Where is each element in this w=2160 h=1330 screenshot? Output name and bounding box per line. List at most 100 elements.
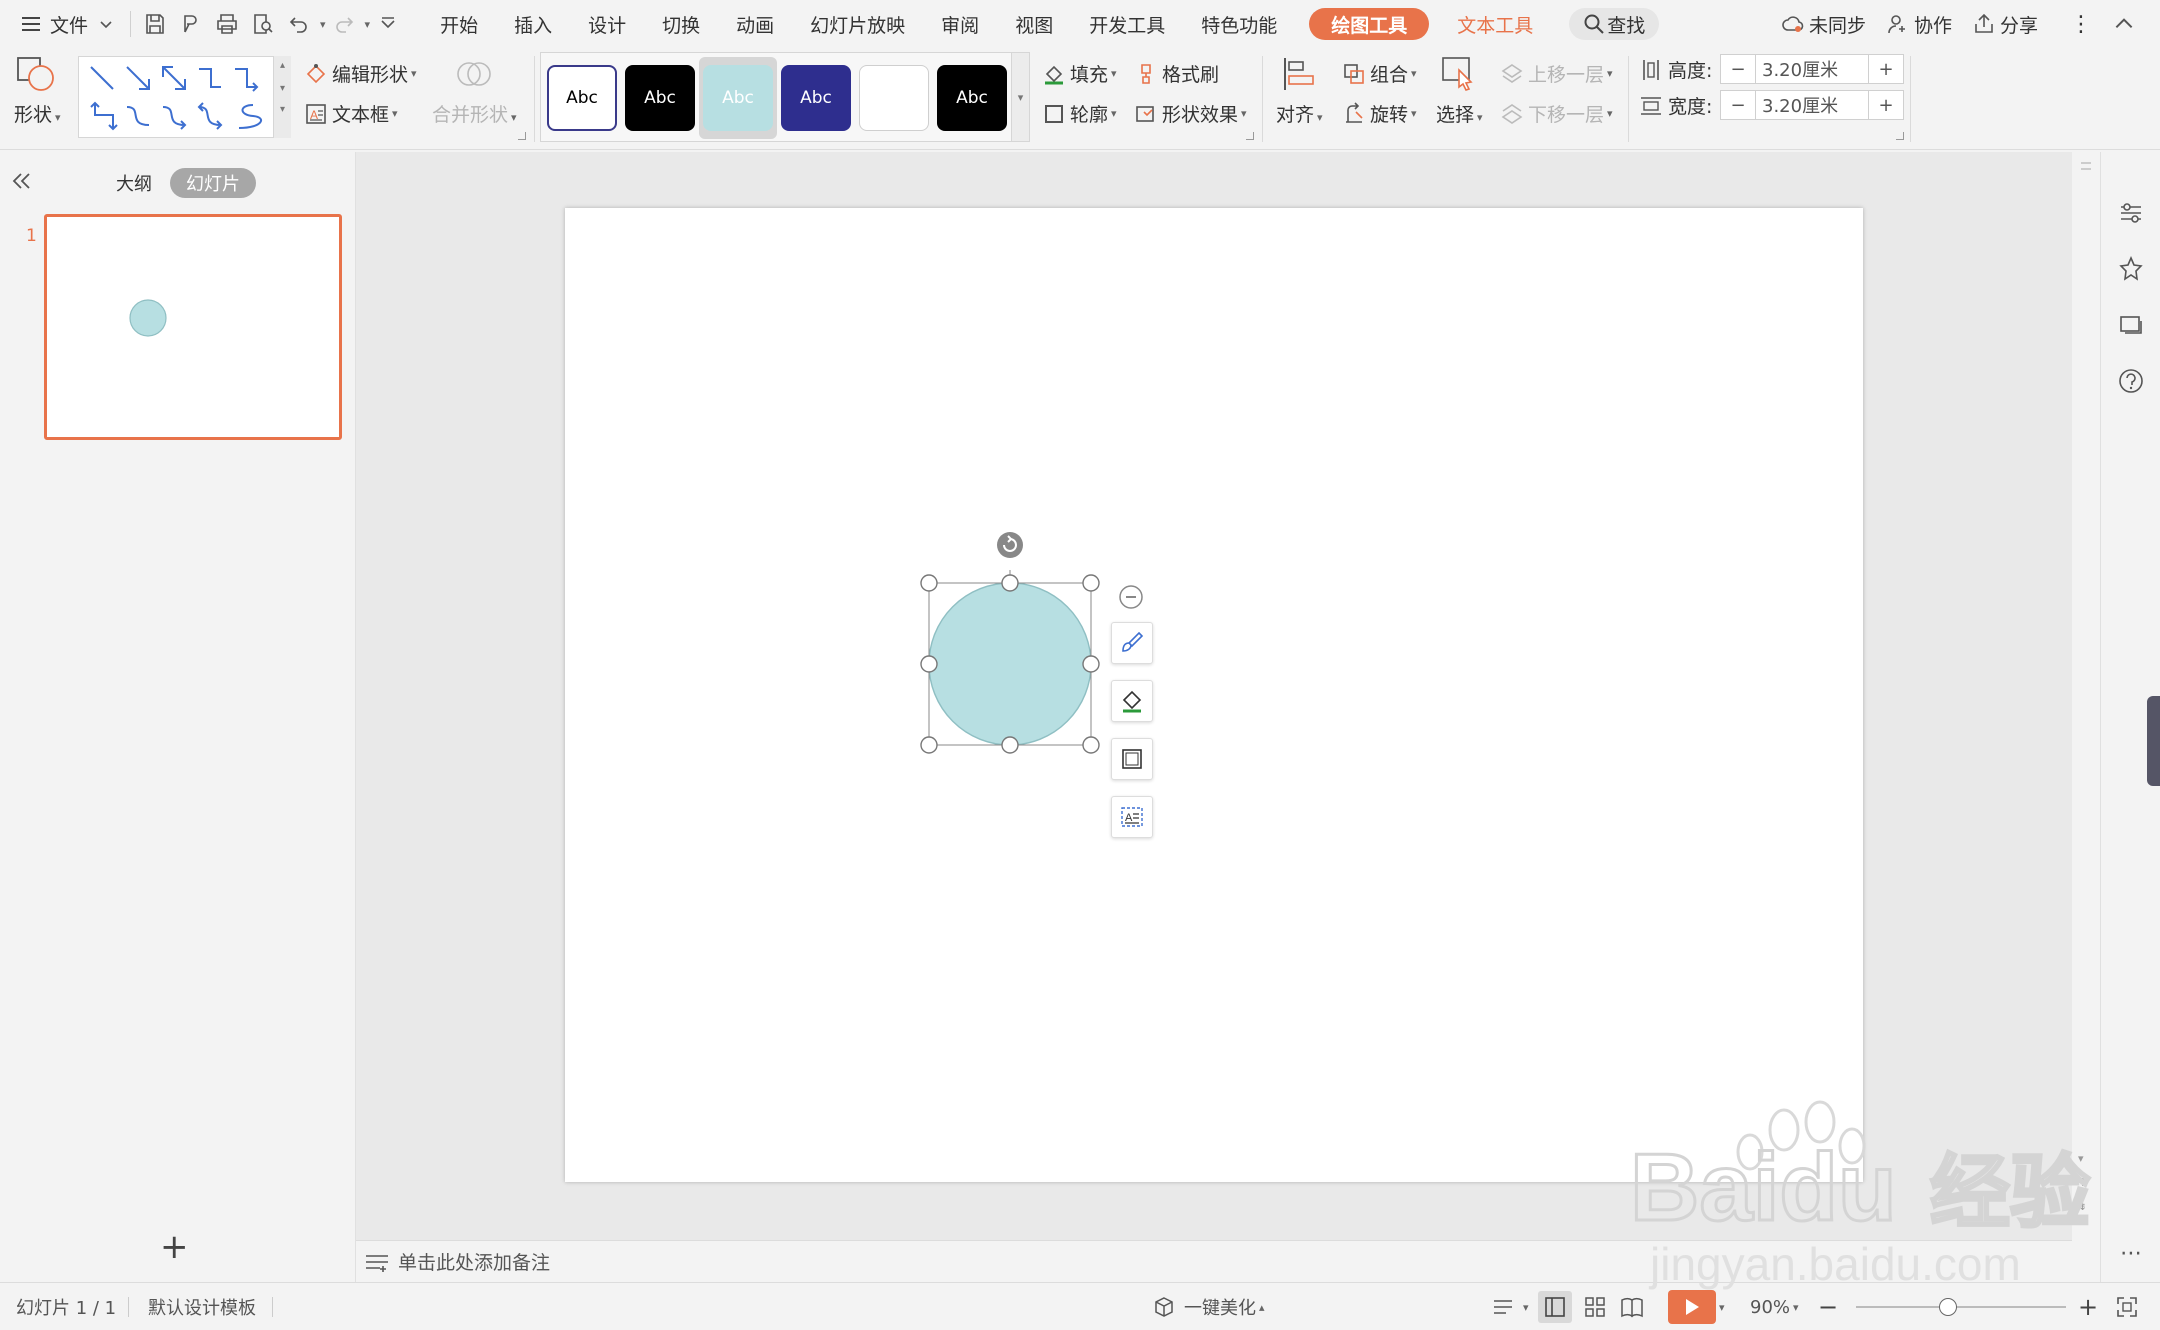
- height-value[interactable]: 3.20厘米: [1755, 55, 1869, 83]
- shape-style-more-icon[interactable]: ▾: [1011, 53, 1029, 141]
- print-preview-icon[interactable]: [245, 6, 281, 42]
- zoom-slider[interactable]: [1856, 1283, 2066, 1330]
- float-fill-button[interactable]: [1111, 680, 1153, 722]
- slide-transition-icon[interactable]: [2116, 310, 2146, 340]
- add-slide-button[interactable]: +: [160, 1230, 189, 1264]
- select-button[interactable]: 选择 ▾: [1436, 54, 1483, 127]
- line-icon[interactable]: [85, 61, 119, 95]
- previous-slide-icon[interactable]: ⇞: [2078, 1176, 2087, 1189]
- bring-forward-button[interactable]: 上移一层 ▾: [1500, 60, 1613, 87]
- group-button[interactable]: 组合 ▾: [1342, 60, 1417, 87]
- float-textbox-button[interactable]: A: [1111, 796, 1153, 838]
- curve-icon[interactable]: [229, 99, 263, 133]
- textbox-button[interactable]: A 文本框 ▾: [304, 100, 398, 127]
- width-value[interactable]: 3.20厘米: [1755, 91, 1869, 119]
- template-name[interactable]: 默认设计模板: [148, 1283, 256, 1330]
- float-style-button[interactable]: [1111, 622, 1153, 664]
- shape-style-5[interactable]: [859, 65, 929, 131]
- tab-view[interactable]: 视图: [997, 6, 1071, 42]
- collapse-pane-icon[interactable]: [8, 168, 34, 194]
- zoom-slider-thumb[interactable]: [1938, 1298, 1957, 1316]
- file-menu[interactable]: 文件: [0, 6, 124, 42]
- slide-sorter-icon[interactable]: [1584, 1283, 1606, 1330]
- play-slideshow-button[interactable]: ▾: [1668, 1283, 1725, 1330]
- slide-thumbnail-1[interactable]: [44, 214, 342, 440]
- normal-view-icon[interactable]: [1538, 1283, 1572, 1330]
- play-options-icon[interactable]: ▾: [1719, 1301, 1725, 1314]
- help-icon[interactable]: [2116, 366, 2146, 396]
- zoom-in-button[interactable]: +: [2078, 1283, 2098, 1330]
- elbow-connector-icon[interactable]: [193, 61, 227, 95]
- shape-effects-button[interactable]: 形状效果 ▾: [1134, 100, 1247, 127]
- tab-review[interactable]: 审阅: [923, 6, 997, 42]
- print-icon[interactable]: [209, 6, 245, 42]
- undo-icon[interactable]: [281, 6, 317, 42]
- share-button[interactable]: 分享: [1962, 6, 2048, 42]
- sync-status-button[interactable]: 未同步: [1771, 6, 1876, 42]
- save-icon[interactable]: [137, 6, 173, 42]
- slide-canvas[interactable]: A: [565, 208, 1863, 1182]
- rotate-handle-icon[interactable]: [997, 532, 1023, 558]
- tab-slideshow[interactable]: 幻灯片放映: [792, 6, 923, 42]
- float-collapse-icon[interactable]: [1118, 584, 1144, 610]
- shape-gallery-scroll[interactable]: ▴ ▾ ▾: [273, 56, 291, 138]
- merge-shape-button[interactable]: 合并形状 ▾: [432, 54, 517, 127]
- selected-circle-shape[interactable]: [928, 582, 1092, 746]
- side-panel-handle[interactable]: [2147, 696, 2160, 786]
- properties-icon[interactable]: [2116, 198, 2146, 228]
- fit-window-icon[interactable]: [2116, 1283, 2138, 1330]
- float-outline-button[interactable]: [1111, 738, 1153, 780]
- tab-transition[interactable]: 切换: [644, 6, 718, 42]
- rotate-button[interactable]: 旋转 ▾: [1342, 100, 1417, 127]
- curved-double-arrow-icon[interactable]: [193, 99, 227, 133]
- outline-button[interactable]: 轮廓 ▾: [1042, 100, 1117, 127]
- width-increase-button[interactable]: +: [1869, 95, 1903, 116]
- fill-button[interactable]: 填充 ▾: [1042, 60, 1117, 87]
- curved-connector-icon[interactable]: [121, 99, 155, 133]
- tab-outline[interactable]: 大纲: [100, 168, 168, 198]
- double-arrow-line-icon[interactable]: [157, 61, 191, 95]
- height-input[interactable]: − 3.20厘米 +: [1720, 54, 1904, 84]
- shape-style-3[interactable]: Abc: [703, 65, 773, 131]
- zoom-out-button[interactable]: −: [1818, 1283, 1838, 1330]
- tab-home[interactable]: 开始: [422, 6, 496, 42]
- customize-toolbar-icon[interactable]: [370, 6, 406, 42]
- tab-special-features[interactable]: 特色功能: [1183, 6, 1295, 42]
- collaborate-button[interactable]: 协作: [1876, 6, 1962, 42]
- arrow-line-icon[interactable]: [121, 61, 155, 95]
- height-increase-button[interactable]: +: [1869, 59, 1903, 80]
- shape-style-2[interactable]: Abc: [625, 65, 695, 131]
- animation-star-icon[interactable]: [2116, 254, 2146, 284]
- align-button[interactable]: 对齐 ▾: [1276, 54, 1323, 127]
- scroll-down-icon[interactable]: ▾: [2078, 1152, 2084, 1165]
- redo-icon[interactable]: [326, 6, 362, 42]
- height-decrease-button[interactable]: −: [1721, 59, 1755, 80]
- tab-text-tools[interactable]: 文本工具: [1439, 6, 1551, 42]
- tab-insert[interactable]: 插入: [496, 6, 570, 42]
- shape-style-6[interactable]: Abc: [937, 65, 1007, 131]
- edit-shape-button[interactable]: 编辑形状 ▾: [304, 60, 417, 87]
- search-button[interactable]: 查找: [1569, 8, 1660, 40]
- tab-design[interactable]: 设计: [570, 6, 644, 42]
- tab-slides[interactable]: 幻灯片: [170, 168, 256, 198]
- more-options-icon[interactable]: ⋮: [2060, 6, 2102, 42]
- vertical-scrollbar[interactable]: ▾ ⇞ ⇟: [2072, 152, 2100, 1240]
- output-pdf-icon[interactable]: [173, 6, 209, 42]
- notes-bar[interactable]: 单击此处添加备注: [356, 1240, 2072, 1282]
- format-painter-button[interactable]: 格式刷: [1134, 60, 1219, 87]
- zoom-level[interactable]: 90% ▾: [1750, 1283, 1799, 1330]
- elbow-arrow-connector-icon[interactable]: [229, 61, 263, 95]
- tab-developer[interactable]: 开发工具: [1071, 6, 1183, 42]
- collapse-ribbon-icon[interactable]: [2102, 6, 2150, 42]
- beautify-button[interactable]: 一键美化 ▴: [1152, 1283, 1265, 1330]
- elbow-double-arrow-icon[interactable]: [85, 99, 119, 133]
- more-panels-icon[interactable]: ⋯: [2116, 1238, 2146, 1268]
- shape-button[interactable]: 形状 ▾: [14, 54, 61, 127]
- next-slide-icon[interactable]: ⇟: [2078, 1200, 2087, 1213]
- shape-gallery[interactable]: [78, 56, 290, 138]
- curved-arrow-connector-icon[interactable]: [157, 99, 191, 133]
- tab-drawing-tools[interactable]: 绘图工具: [1309, 8, 1430, 40]
- shape-style-1[interactable]: Abc: [547, 65, 617, 131]
- reading-view-icon[interactable]: [1620, 1283, 1644, 1330]
- notes-toggle-icon[interactable]: ▾: [1492, 1283, 1529, 1330]
